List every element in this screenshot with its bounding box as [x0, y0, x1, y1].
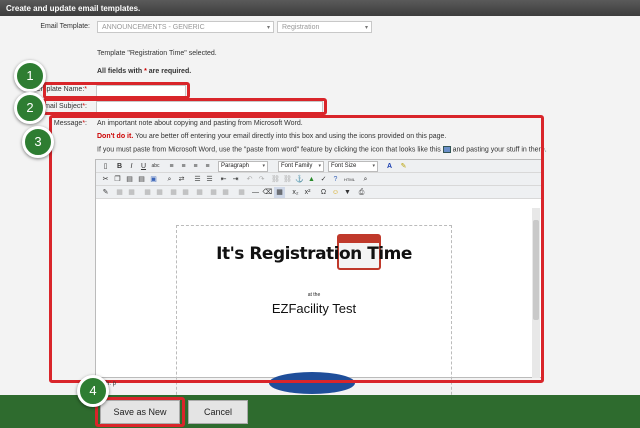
callout-badge-3: 3 [22, 126, 54, 158]
required-prefix: All fields with [97, 68, 143, 75]
cancel-button[interactable]: Cancel [188, 400, 248, 424]
selected-template-message: Template "Registration Time" selected. [97, 50, 217, 57]
chevron-down-icon: ▾ [266, 25, 270, 31]
callout-badge-4: 4 [77, 375, 109, 407]
email-template-label: Email Template: [40, 23, 90, 30]
template-select[interactable]: ANNOUNCEMENTS - GENERIC ▾ [97, 21, 274, 33]
template-select-value: ANNOUNCEMENTS - GENERIC [102, 24, 205, 31]
required-suffix: are required. [148, 68, 192, 75]
required-star: * [144, 68, 147, 75]
category-select[interactable]: Registration ▾ [277, 21, 372, 33]
required-note: All fields with * are required. [97, 68, 191, 75]
callout-highlight-3 [49, 115, 544, 383]
callout-highlight-1 [43, 82, 190, 99]
page-title: Create and update email templates. [6, 4, 141, 13]
callout-badge-2: 2 [14, 92, 46, 124]
callout-badge-1: 1 [14, 60, 46, 92]
category-select-value: Registration [282, 24, 320, 31]
callout-highlight-2 [43, 98, 327, 115]
callout-highlight-4 [95, 397, 185, 427]
chevron-down-icon: ▾ [364, 25, 368, 31]
page-header: Create and update email templates. [0, 0, 640, 16]
